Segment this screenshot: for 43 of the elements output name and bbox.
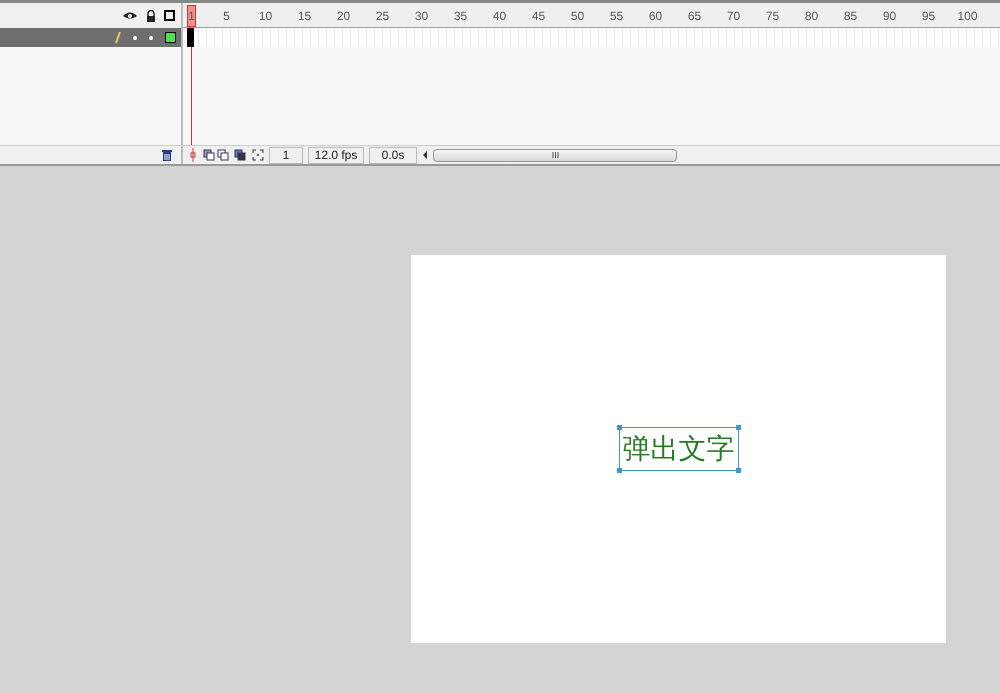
center-frame-icon[interactable] (188, 148, 198, 162)
selection-handle[interactable] (736, 468, 740, 473)
frame-rate-field: 12.0 fps (308, 146, 364, 164)
frame-number: 20 (336, 8, 352, 25)
frame-number: 80 (804, 8, 820, 25)
grip-icon (552, 152, 558, 158)
frame-number: 90 (882, 8, 898, 25)
frame-number: 45 (530, 8, 546, 25)
current-frame-field: 1 (269, 146, 303, 164)
frame-number: 35 (452, 8, 468, 25)
frame-number: 70 (726, 8, 742, 25)
onion-markers-icon[interactable] (252, 149, 264, 161)
elapsed-time-field: 0.0s (369, 146, 417, 164)
text-field[interactable]: 弹出文字 (618, 427, 738, 471)
scroll-left-icon[interactable] (422, 151, 428, 159)
frame-number: 95 (920, 8, 936, 25)
playhead-marker[interactable]: 1 (187, 5, 196, 27)
selection-handle[interactable] (616, 468, 622, 473)
layer-color-swatch[interactable] (165, 32, 176, 43)
frame-number: 30 (414, 8, 430, 25)
frame-number: 25 (374, 8, 390, 25)
frame-number: 5 (222, 8, 231, 25)
frame-number: 100 (956, 8, 979, 25)
frame-number: 65 (686, 8, 702, 25)
outline-icon[interactable] (164, 10, 175, 21)
edit-multiple-frames-icon[interactable] (234, 149, 247, 161)
frame-ruler[interactable]: 1 5 10 15 20 25 30 35 40 45 50 55 60 65 70 75 80 85 90 95 100 (183, 3, 1000, 28)
frame-number: 50 (570, 8, 586, 25)
frame-number: 55 (608, 8, 624, 25)
horizontal-scrollbar[interactable] (433, 148, 677, 162)
frame-number: 60 (648, 8, 664, 25)
selection-handle[interactable] (616, 425, 622, 430)
pencil-icon (115, 32, 121, 44)
lock-icon[interactable] (146, 10, 156, 22)
selection-handle[interactable] (736, 425, 740, 430)
frame-number: 15 (296, 8, 312, 25)
onion-skin-icon[interactable] (203, 149, 229, 161)
frame-number: 75 (764, 8, 780, 25)
trash-icon[interactable] (161, 149, 173, 161)
eye-icon[interactable] (122, 10, 138, 20)
frame-number: 40 (492, 8, 508, 25)
frame-number: 10 (258, 8, 274, 25)
frame-number: 85 (842, 8, 858, 25)
